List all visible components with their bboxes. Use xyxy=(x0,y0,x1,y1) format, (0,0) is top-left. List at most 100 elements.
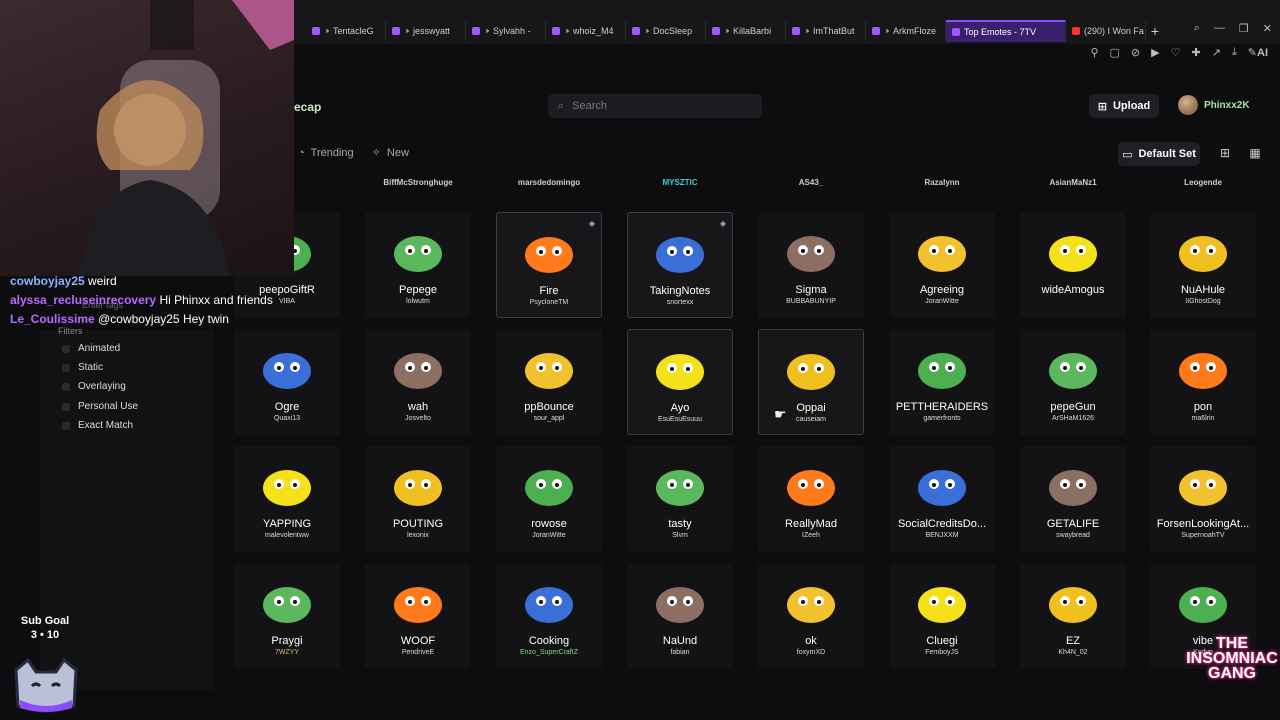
mute-icon[interactable]: 🕨 xyxy=(644,26,649,36)
restore-icon[interactable]: ❐ xyxy=(1239,22,1249,35)
mute-icon[interactable]: 🕨 xyxy=(404,26,409,36)
mute-icon[interactable]: 🕨 xyxy=(724,26,729,36)
emote-card[interactable]: wideAmogus xyxy=(1020,212,1126,318)
browser-tab[interactable]: 🕨 jesswyatt xyxy=(386,20,466,42)
browser-tab[interactable]: 🕨 KillaBarbi xyxy=(706,20,786,42)
emote-card[interactable]: NuAHule IIGhostDog xyxy=(1150,212,1256,318)
grid-view-icon[interactable]: ⊞ xyxy=(1216,146,1234,162)
emote-author: Kh4N_02 xyxy=(1058,649,1088,656)
filter-animated[interactable]: Animated xyxy=(62,343,120,354)
filter-personal-use[interactable]: Personal Use xyxy=(62,401,138,412)
mute-icon[interactable]: 🕨 xyxy=(324,26,329,36)
tab-label: KillaBarbi xyxy=(733,26,772,36)
download-icon[interactable]: ⤓ xyxy=(1232,46,1237,59)
browser-tab[interactable]: 🕨 TentacleG xyxy=(306,20,386,42)
emote-card[interactable]: ◈ TakingNotes snortexx xyxy=(627,212,733,318)
emote-author: JoranWitte xyxy=(532,532,566,539)
browser-tab[interactable]: Top Emotes - 7TV xyxy=(946,20,1066,42)
play-icon[interactable]: ▶ xyxy=(1151,46,1159,59)
filter-label: Exact Match xyxy=(78,420,134,431)
emote-card[interactable]: Ayo EsuEsuEsuuu xyxy=(627,329,733,435)
compact-view-icon[interactable]: ▦ xyxy=(1246,146,1264,162)
emote-card[interactable]: wah Josvelto xyxy=(365,329,471,435)
emote-name: SocialCreditsDo... xyxy=(897,518,987,530)
emote-image xyxy=(519,341,579,393)
emote-author: ma6lrin xyxy=(1191,415,1215,422)
emote-name: YAPPING xyxy=(262,518,312,530)
emote-card[interactable]: ppBounce sour_appl xyxy=(496,329,602,435)
checkbox[interactable] xyxy=(62,402,70,411)
close-window-icon[interactable]: ✕ xyxy=(1263,22,1272,35)
block-icon[interactable]: ⊘ xyxy=(1131,46,1140,59)
minimize-icon[interactable]: — xyxy=(1214,22,1225,35)
new-tab-button[interactable]: + xyxy=(1146,20,1164,42)
search-tabs-icon[interactable]: ⌕ xyxy=(1194,22,1200,35)
ai-button[interactable]: ✎AI xyxy=(1248,46,1268,59)
emote-card[interactable]: YAPPING malevolentww xyxy=(234,446,340,552)
checkbox[interactable] xyxy=(62,421,70,430)
emote-card[interactable]: SocialCreditsDo... BENJXXM xyxy=(889,446,995,552)
emote-card[interactable]: Praygi 7WZYY xyxy=(234,563,340,669)
emote-card[interactable]: ok foxymXD xyxy=(758,563,864,669)
checkbox[interactable] xyxy=(62,382,70,391)
mute-icon[interactable]: 🕨 xyxy=(484,26,489,36)
emote-card[interactable]: ◈ Fire PsycloneTM xyxy=(496,212,602,318)
trending-filter[interactable]: ◔ Trending xyxy=(298,146,354,159)
emote-card[interactable]: tasty Slvm xyxy=(627,446,733,552)
mute-icon[interactable]: 🕨 xyxy=(564,26,569,36)
emote-card[interactable]: PETTHERAIDERS gamerfronts xyxy=(889,329,995,435)
emote-card[interactable]: POUTING lexonix xyxy=(365,446,471,552)
emote-card[interactable]: rowose JoranWitte xyxy=(496,446,602,552)
browser-tab[interactable]: 🕨 whoiz_M4 xyxy=(546,20,626,42)
mute-icon[interactable]: 🕨 xyxy=(804,26,809,36)
upload-button[interactable]: ⊞ Upload xyxy=(1089,94,1159,118)
search-input[interactable]: ⌕ Search xyxy=(548,94,762,118)
extensions-icon[interactable]: ✚ xyxy=(1191,46,1200,59)
badge-text: THE INSOMNIAC GANG xyxy=(1186,635,1278,682)
emote-card[interactable]: ForsenLookingAt... SupernoahTV xyxy=(1150,446,1256,552)
new-filter[interactable]: ✧ New xyxy=(371,146,409,160)
stream-chat: cowboyjay25 weird alyssa_recluseinrecove… xyxy=(10,272,300,329)
emote-card[interactable]: Pepege lolwutm xyxy=(365,212,471,318)
emote-card[interactable]: ReallyMad IZeeh xyxy=(758,446,864,552)
emote-card[interactable]: NaUnd fabian xyxy=(627,563,733,669)
mute-icon[interactable]: 🕨 xyxy=(884,26,889,36)
emote-author: SupernoahTV xyxy=(1181,532,1225,539)
emote-card[interactable]: WOOF PendriveE xyxy=(365,563,471,669)
emote-card[interactable]: pepeGun ArSHaM1626 xyxy=(1020,329,1126,435)
browser-tab[interactable]: 🕨 ImThatBut xyxy=(786,20,866,42)
emote-card[interactable]: Agreeing JoranWitte xyxy=(889,212,995,318)
emote-card[interactable]: pon ma6lrin xyxy=(1150,329,1256,435)
emote-card[interactable]: GETALIFE swaybread xyxy=(1020,446,1126,552)
site-brand[interactable]: ecap xyxy=(294,100,321,114)
pin-icon[interactable]: ⚲ xyxy=(1090,46,1098,59)
heart-icon[interactable]: ♡ xyxy=(1171,46,1181,59)
emote-name: Agreeing xyxy=(919,284,965,296)
emote-image xyxy=(781,575,841,627)
checkbox[interactable] xyxy=(62,363,70,372)
new-icon: ✧ xyxy=(371,147,381,159)
emote-card[interactable]: Ogre Quaxi13 xyxy=(234,329,340,435)
filter-overlaying[interactable]: Overlaying xyxy=(62,381,126,392)
filter-exact-match[interactable]: Exact Match xyxy=(62,420,133,431)
emote-card[interactable]: Cooking Enzo_SuperCraftZ xyxy=(496,563,602,669)
browser-tab[interactable]: 🕨 ArkmFloze xyxy=(866,20,946,42)
emote-card[interactable]: Cluegi FemboyJS xyxy=(889,563,995,669)
emote-name: Sigma xyxy=(795,284,827,296)
youtube-icon xyxy=(1072,27,1080,35)
emote-name: Pepege xyxy=(399,284,437,296)
emote-card[interactable]: Sigma BUBBABUNYIP xyxy=(758,212,864,318)
user-menu[interactable]: Phinxx2K xyxy=(1178,95,1250,115)
emote-name: POUTING xyxy=(392,518,444,530)
filter-static[interactable]: Static xyxy=(62,362,103,373)
checkbox[interactable] xyxy=(62,344,70,353)
browser-tab[interactable]: 🕨 Sylvahh - xyxy=(466,20,546,42)
browser-tab[interactable]: (290) I Won Fa xyxy=(1066,20,1146,42)
emote-image xyxy=(1173,575,1233,627)
tab-label: ImThatBut xyxy=(813,26,855,36)
default-set-button[interactable]: ▭ Default Set xyxy=(1118,142,1200,166)
emote-card[interactable]: EZ Kh4N_02 xyxy=(1020,563,1126,669)
browser-tab[interactable]: 🕨 DocSleep xyxy=(626,20,706,42)
share-icon[interactable]: ↗ xyxy=(1212,46,1221,59)
screenshot-icon[interactable]: ▢ xyxy=(1110,46,1120,59)
